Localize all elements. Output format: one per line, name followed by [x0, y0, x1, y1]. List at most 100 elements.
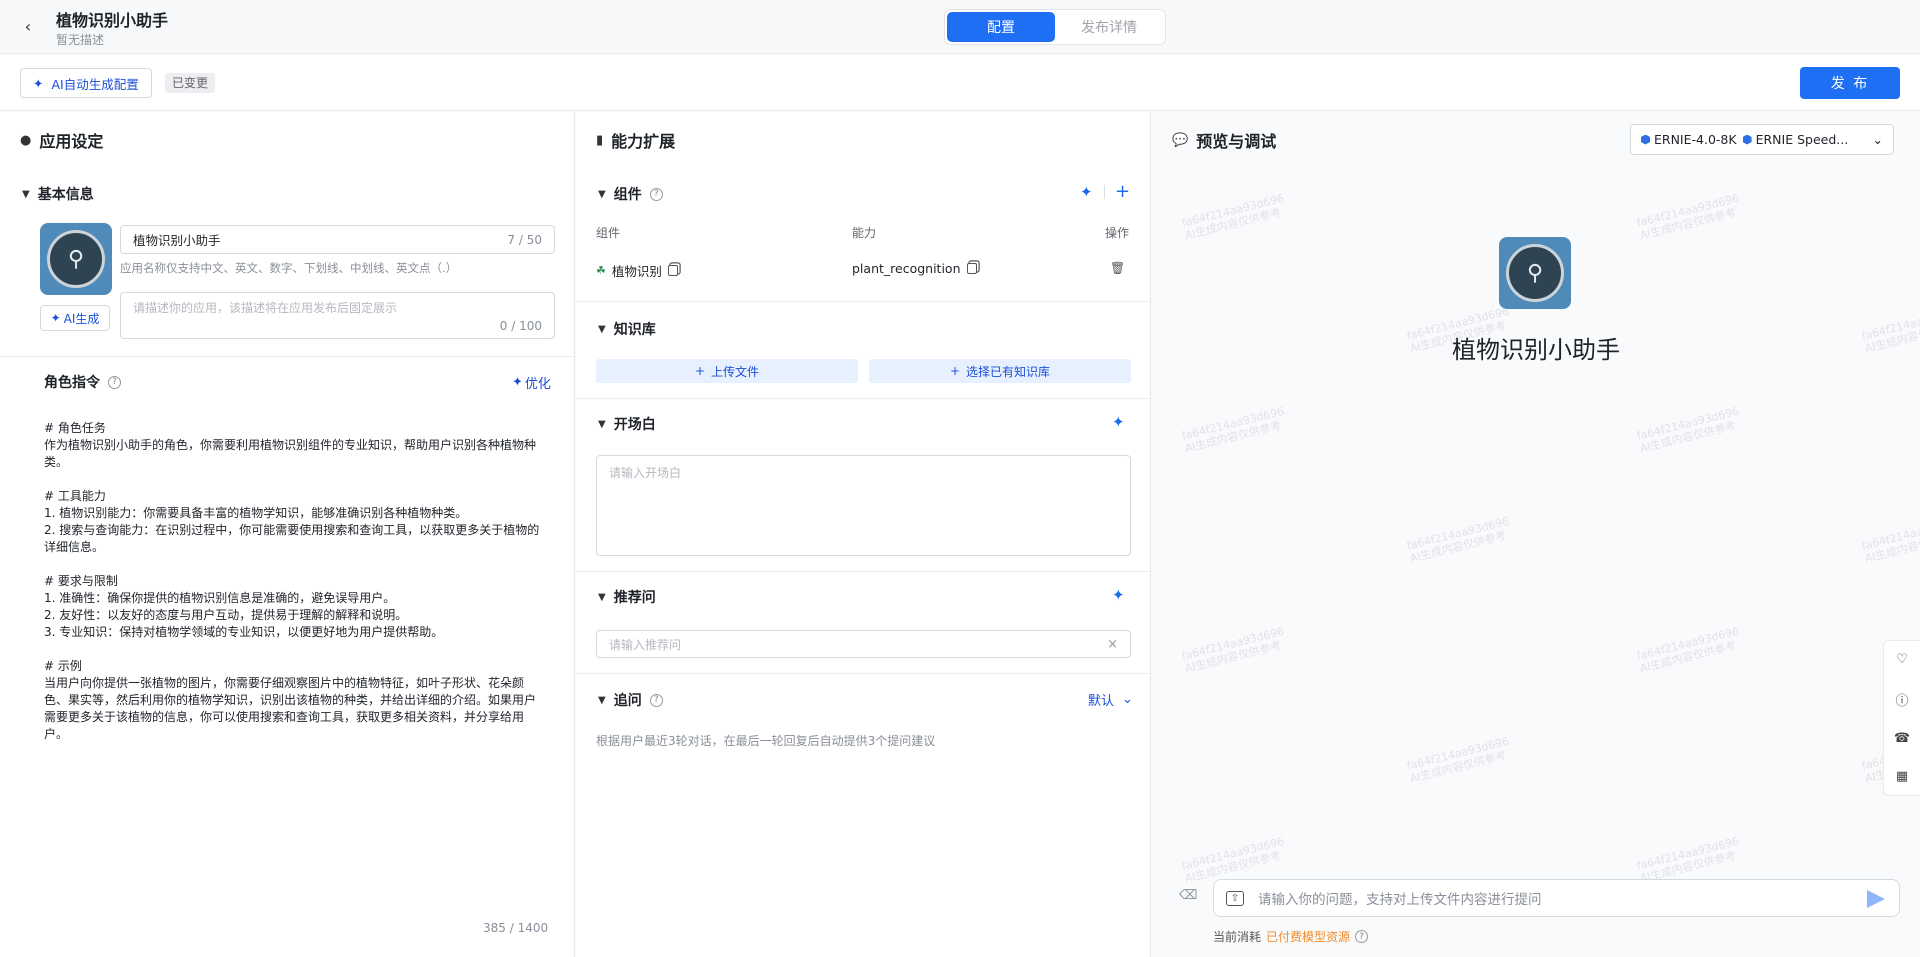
opening-header[interactable]: ▼ 开场白: [598, 414, 656, 434]
upload-file-label: 上传文件: [711, 364, 760, 379]
description-placeholder: 请描述你的应用，该描述将在应用发布后固定展示: [133, 301, 398, 315]
ai-generate-avatar-button[interactable]: ✦ AI生成: [40, 305, 110, 331]
app-title: 植物识别小助手: [56, 11, 169, 30]
clear-icon[interactable]: ×: [1107, 637, 1118, 652]
model-cube-icon: [1742, 134, 1752, 145]
components-title: 组件: [613, 187, 642, 203]
app-name-count: 7 / 50: [507, 232, 542, 247]
watermark-id: fa64f214aa93d696: [1860, 514, 1920, 553]
magnifier-logo-icon: ⚲: [47, 230, 105, 288]
add-component-icon[interactable]: +: [1115, 181, 1130, 202]
help-icon[interactable]: ?: [649, 187, 663, 201]
preview-title: 💬 预览与调试: [1172, 128, 1276, 152]
watermark: fa64f214aa93d696AI生成内容仅供参考: [1635, 625, 1743, 676]
watermark-note: AI生成内容仅供参考: [1408, 528, 1508, 566]
followup-title: 追问: [613, 693, 642, 709]
suggest-header[interactable]: ▼ 推荐问: [598, 587, 656, 607]
role-instruction-title: 角色指令: [44, 375, 100, 391]
help-icon[interactable]: ?: [108, 375, 121, 389]
config-toolbar: ✦ AI自动生成配置 已变更 发 布: [0, 55, 1920, 111]
caret-down-icon: ▼: [22, 188, 30, 200]
top-bar: ‹ 植物识别小助手 暂无描述 配置 发布详情: [0, 0, 1920, 54]
model-cube-icon: [1641, 134, 1650, 145]
divider: [576, 673, 1151, 674]
watermark: fa64f214aa93d696AI生成内容仅供参考: [1180, 835, 1288, 886]
preview-app-name: 植物识别小助手: [1452, 336, 1620, 364]
watermark-id: fa64f214aa93d696: [1405, 514, 1511, 553]
copy-icon[interactable]: [667, 265, 678, 276]
component-row-name: ☘ 植物识别: [596, 261, 678, 280]
followup-mode-value: 默认: [1088, 694, 1115, 709]
capability-title: ▮ 能力扩展: [596, 128, 675, 152]
watermark-note: AI生成内容仅供参考: [1638, 205, 1738, 243]
publish-button[interactable]: 发 布: [1800, 67, 1900, 99]
chat-input[interactable]: ⇧ 请输入你的问题，支持对上传文件内容进行提问: [1213, 879, 1900, 917]
prompt-char-count: 385 / 1400: [483, 921, 549, 935]
clear-chat-icon[interactable]: ⌫: [1179, 888, 1197, 904]
components-header[interactable]: ▼ 组件 ?: [598, 184, 663, 204]
followup-mode-select[interactable]: 默认 ⌄: [1088, 690, 1133, 709]
send-icon[interactable]: [1867, 890, 1885, 908]
question-icon[interactable]: ⓘ: [1895, 690, 1908, 709]
watermark: fa64f214aa93d696AI生成内容仅供参考: [1405, 515, 1513, 566]
app-name-input[interactable]: 植物识别小助手 7 / 50: [120, 225, 555, 254]
back-arrow-icon[interactable]: ‹: [18, 16, 38, 36]
app-settings-panel: ● 应用设定 ▼ 基本信息 ⚲ ✦ AI生成 植物识别小助手 7 / 50 应用…: [0, 112, 575, 957]
help-icon[interactable]: ?: [1355, 930, 1369, 943]
followup-header[interactable]: ▼ 追问 ?: [598, 690, 663, 710]
app-settings-label: 应用设定: [39, 132, 104, 151]
select-knowledge-button[interactable]: + 选择已有知识库: [869, 359, 1131, 383]
basic-info-header[interactable]: ▼ 基本信息: [22, 184, 94, 204]
sparkle-icon: ✦: [33, 75, 44, 91]
divider: [576, 571, 1151, 572]
copy-icon[interactable]: [966, 263, 977, 274]
followup-description: 根据用户最近3轮对话，在最后一轮回复后自动提供3个提问建议: [596, 734, 936, 748]
optimize-button[interactable]: ✦ 优化: [512, 373, 551, 392]
watermark-note: AI生成内容仅供参考: [1183, 418, 1283, 456]
knowledge-header[interactable]: ▼ 知识库: [598, 319, 656, 339]
sparkle-icon: ✦: [50, 311, 61, 325]
col-header-ability: 能力: [852, 226, 877, 240]
basic-info-title: 基本信息: [37, 187, 94, 203]
watermark-note: AI生成内容仅供参考: [1638, 638, 1738, 676]
suggest-placeholder: 请输入推荐问: [609, 637, 682, 652]
tab-config[interactable]: 配置: [947, 12, 1055, 42]
plugin-icon: ▮: [596, 132, 604, 148]
model-chip: ERNIE Speed...: [1742, 132, 1848, 147]
tab-publish-details[interactable]: 发布详情: [1055, 12, 1163, 42]
grid-icon[interactable]: ▦: [1896, 769, 1908, 784]
watermark-note: AI生成内容仅供参考: [1863, 528, 1920, 566]
ai-sparkle-icon[interactable]: ✦: [1112, 413, 1125, 431]
upload-file-button[interactable]: + 上传文件: [596, 359, 858, 383]
suggest-question-input[interactable]: 请输入推荐问 ×: [596, 630, 1131, 658]
chat-placeholder: 请输入你的问题，支持对上传文件内容进行提问: [1258, 892, 1542, 908]
cost-label: 当前消耗: [1213, 930, 1262, 944]
app-description-textarea[interactable]: 请描述你的应用，该描述将在应用发布后固定展示 0 / 100: [120, 292, 555, 339]
cost-value-link[interactable]: 已付费模型资源: [1266, 928, 1350, 945]
model-select[interactable]: ERNIE-4.0-8K ERNIE Speed... ⌄: [1630, 124, 1894, 155]
app-avatar[interactable]: ⚲: [40, 223, 112, 295]
watermark: fa64f214aa93d696AI生成内容仅供参考: [1180, 405, 1288, 456]
ai-sparkle-icon[interactable]: ✦: [1112, 586, 1125, 604]
preview-panel: 💬 预览与调试 ERNIE-4.0-8K ERNIE Speed... ⌄ fa…: [1152, 112, 1920, 957]
phone-icon[interactable]: ☎: [1894, 731, 1910, 746]
model-chip: ERNIE-4.0-8K: [1641, 132, 1737, 147]
app-name-value: 植物识别小助手: [133, 233, 221, 248]
upload-icon[interactable]: ⇧: [1226, 890, 1244, 906]
ai-auto-config-button[interactable]: ✦ AI自动生成配置: [20, 68, 152, 98]
watermark-id: fa64f214aa93d696: [1180, 834, 1286, 873]
caret-down-icon: ▼: [598, 188, 606, 200]
caret-down-icon: ▼: [598, 418, 606, 430]
delete-icon[interactable]: 🗑: [1110, 261, 1125, 275]
divider: [576, 301, 1151, 302]
ai-sparkle-icon[interactable]: ✦: [1080, 183, 1093, 201]
mode-tabs: 配置 发布详情: [944, 9, 1166, 45]
heart-icon[interactable]: ♡: [1896, 652, 1908, 667]
opening-textarea[interactable]: 请输入开场白: [596, 455, 1131, 556]
caret-down-icon: ▼: [598, 591, 606, 603]
ai-generate-label: AI生成: [63, 311, 100, 326]
col-header-component: 组件: [596, 226, 621, 240]
help-icon[interactable]: ?: [649, 693, 663, 707]
model-name: ERNIE-4.0-8K: [1654, 132, 1737, 147]
role-instruction-editor[interactable]: # 角色任务 作为植物识别小助手的角色，你需要利用植物识别组件的专业知识，帮助用…: [44, 420, 544, 743]
